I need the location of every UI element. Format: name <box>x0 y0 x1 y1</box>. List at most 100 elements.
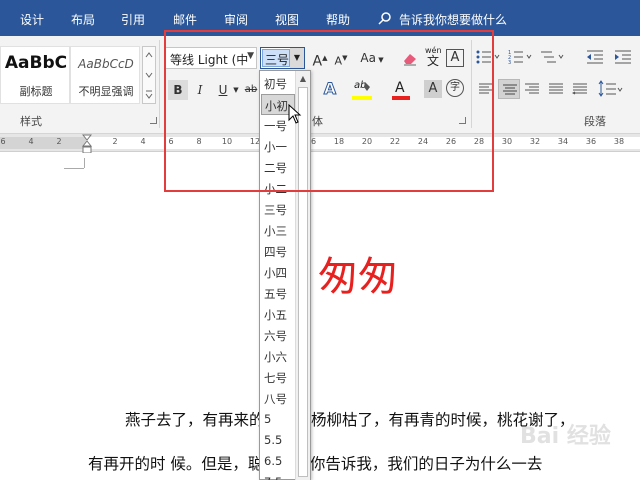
font-size-value[interactable]: 三号 <box>262 49 290 67</box>
chevron-down-icon[interactable]: ▼ <box>231 80 241 100</box>
ribbon-tab-bar: 设计 布局 引用 邮件 审阅 视图 帮助 告诉我你想要做什么 <box>0 0 640 36</box>
tab-view[interactable]: 视图 <box>275 11 299 28</box>
font-size-option[interactable]: 5.5 <box>261 430 295 451</box>
font-size-option[interactable]: 小六 <box>261 346 295 367</box>
tab-review[interactable]: 审阅 <box>224 11 248 28</box>
italic-button[interactable]: I <box>190 80 210 100</box>
group-label-styles: 样式 <box>20 115 42 128</box>
line-spacing-icon[interactable] <box>598 80 624 101</box>
numbering-icon[interactable]: 123 <box>508 49 534 68</box>
underline-button[interactable]: U <box>213 80 233 100</box>
ruler-tick-label: 22 <box>389 137 401 146</box>
font-size-option[interactable]: 初号 <box>261 73 295 94</box>
strikethrough-button[interactable]: ab <box>244 80 258 100</box>
font-size-option[interactable]: 三号 <box>261 199 295 220</box>
font-size-option[interactable]: 5 <box>261 409 295 430</box>
ruler-tick-label: 28 <box>473 137 485 146</box>
font-size-option[interactable]: 七号 <box>261 367 295 388</box>
tab-mailings[interactable]: 邮件 <box>173 11 197 28</box>
align-center-icon[interactable] <box>498 79 520 99</box>
styles-scrollbar[interactable] <box>142 46 156 104</box>
font-size-option[interactable]: 小五 <box>261 304 295 325</box>
search-icon <box>378 12 391 25</box>
font-size-option[interactable]: 八号 <box>261 388 295 409</box>
font-size-option[interactable]: 小三 <box>261 220 295 241</box>
highlight-button[interactable]: ab <box>352 80 378 100</box>
mouse-cursor-icon <box>288 104 302 124</box>
divider <box>471 40 472 128</box>
font-launcher-icon[interactable] <box>459 117 466 124</box>
font-size-option[interactable]: 小一 <box>261 136 295 157</box>
character-shading-button[interactable]: A <box>424 80 442 98</box>
group-label-font: 体 <box>312 115 323 128</box>
font-size-option[interactable]: 六号 <box>261 325 295 346</box>
font-color-button[interactable]: A <box>392 80 412 100</box>
ruler-tick-label: 34 <box>557 137 569 146</box>
ruler-tick-label: 6 <box>0 137 6 146</box>
change-case-button[interactable]: Aa ▼ <box>358 48 386 68</box>
style-name: 副标题 <box>19 85 53 98</box>
document-title[interactable]: 匆匆 <box>318 244 398 302</box>
ruler-tick-label: 32 <box>529 137 541 146</box>
character-border-button[interactable]: A <box>446 49 464 67</box>
multilevel-list-icon[interactable] <box>540 49 566 68</box>
group-label-paragraph: 段落 <box>584 115 606 128</box>
font-size-option[interactable]: 二号 <box>261 157 295 178</box>
bold-button[interactable]: B <box>168 80 188 100</box>
watermark: Bai 经验 <box>520 424 611 449</box>
distributed-icon[interactable] <box>571 82 588 99</box>
ruler-tick-label: 2 <box>56 137 62 146</box>
document-paragraph-line[interactable]: 燕子去了，有再来的时候；杨柳枯了，有再青的时候，桃花谢了， <box>125 408 575 430</box>
chevron-down-icon[interactable]: ▼ <box>290 48 304 68</box>
ruler-tick-label: 4 <box>140 137 146 146</box>
horizontal-ruler[interactable]: 6422468101214161820222426283032343638 <box>0 134 640 152</box>
phonetic-guide-button[interactable]: wén 文 <box>425 47 442 68</box>
style-sample: AaBbCcD <box>78 57 134 71</box>
ruler-tick-label: 36 <box>585 137 597 146</box>
font-size-select[interactable]: 三号 ▼ <box>260 47 305 69</box>
divider <box>159 40 160 128</box>
svg-text:3: 3 <box>508 60 511 65</box>
dropdown-scrollbar[interactable]: ▲ <box>295 71 310 480</box>
font-name-select[interactable]: 等线 Light (中 ▼ <box>165 47 257 69</box>
document-paragraph-line[interactable]: 有再开的时 候。但是，聪明的，你告诉我，我们的日子为什么一去 <box>88 452 542 474</box>
ruler-left-margin <box>0 137 86 149</box>
justify-icon[interactable] <box>548 82 564 99</box>
font-size-dropdown[interactable]: 初号小初一号小一二号小二三号小三四号小四五号小五六号小六七号八号55.56.57… <box>259 70 311 480</box>
tab-design[interactable]: 设计 <box>20 11 44 28</box>
enclose-characters-button[interactable]: 字 <box>446 79 464 97</box>
ruler-tick-label: 26 <box>445 137 457 146</box>
font-size-option[interactable]: 7.5 <box>261 472 295 480</box>
phonetic-char: 文 <box>426 54 439 68</box>
scroll-thumb[interactable] <box>298 87 308 477</box>
ruler-tick-label: 6 <box>168 137 174 146</box>
decrease-indent-icon[interactable] <box>586 49 604 68</box>
style-subtitle[interactable]: AaBbC 副标题 <box>0 46 70 104</box>
grow-font-button[interactable]: A▲ <box>310 48 330 70</box>
style-subtle-emphasis[interactable]: AaBbCcD 不明显强调 <box>70 46 140 104</box>
tab-help[interactable]: 帮助 <box>326 11 350 28</box>
ruler-tick-label: 18 <box>333 137 345 146</box>
ruler-tick-label: 8 <box>196 137 202 146</box>
align-left-icon[interactable] <box>478 82 494 99</box>
bullets-icon[interactable] <box>476 49 502 68</box>
tell-me-text: 告诉我你想要做什么 <box>399 13 508 27</box>
font-size-option[interactable]: 小四 <box>261 262 295 283</box>
scroll-up-icon[interactable]: ▲ <box>298 74 308 84</box>
shrink-font-button[interactable]: A▼ <box>331 48 351 68</box>
font-size-option[interactable]: 6.5 <box>261 451 295 472</box>
align-right-icon[interactable] <box>524 82 540 99</box>
tab-layout[interactable]: 布局 <box>71 11 95 28</box>
page-corner-mark <box>64 168 84 169</box>
ruler-tick-label: 24 <box>417 137 429 146</box>
increase-indent-icon[interactable] <box>614 49 632 68</box>
font-size-option[interactable]: 五号 <box>261 283 295 304</box>
styles-launcher-icon[interactable] <box>150 117 157 124</box>
text-effects-button[interactable]: A <box>320 79 340 99</box>
ruler-tick-label: 20 <box>361 137 373 146</box>
tab-references[interactable]: 引用 <box>121 11 145 28</box>
font-size-option[interactable]: 四号 <box>261 241 295 262</box>
eraser-icon[interactable] <box>402 50 418 69</box>
style-name: 不明显强调 <box>78 85 134 98</box>
font-size-option[interactable]: 小二 <box>261 178 295 199</box>
